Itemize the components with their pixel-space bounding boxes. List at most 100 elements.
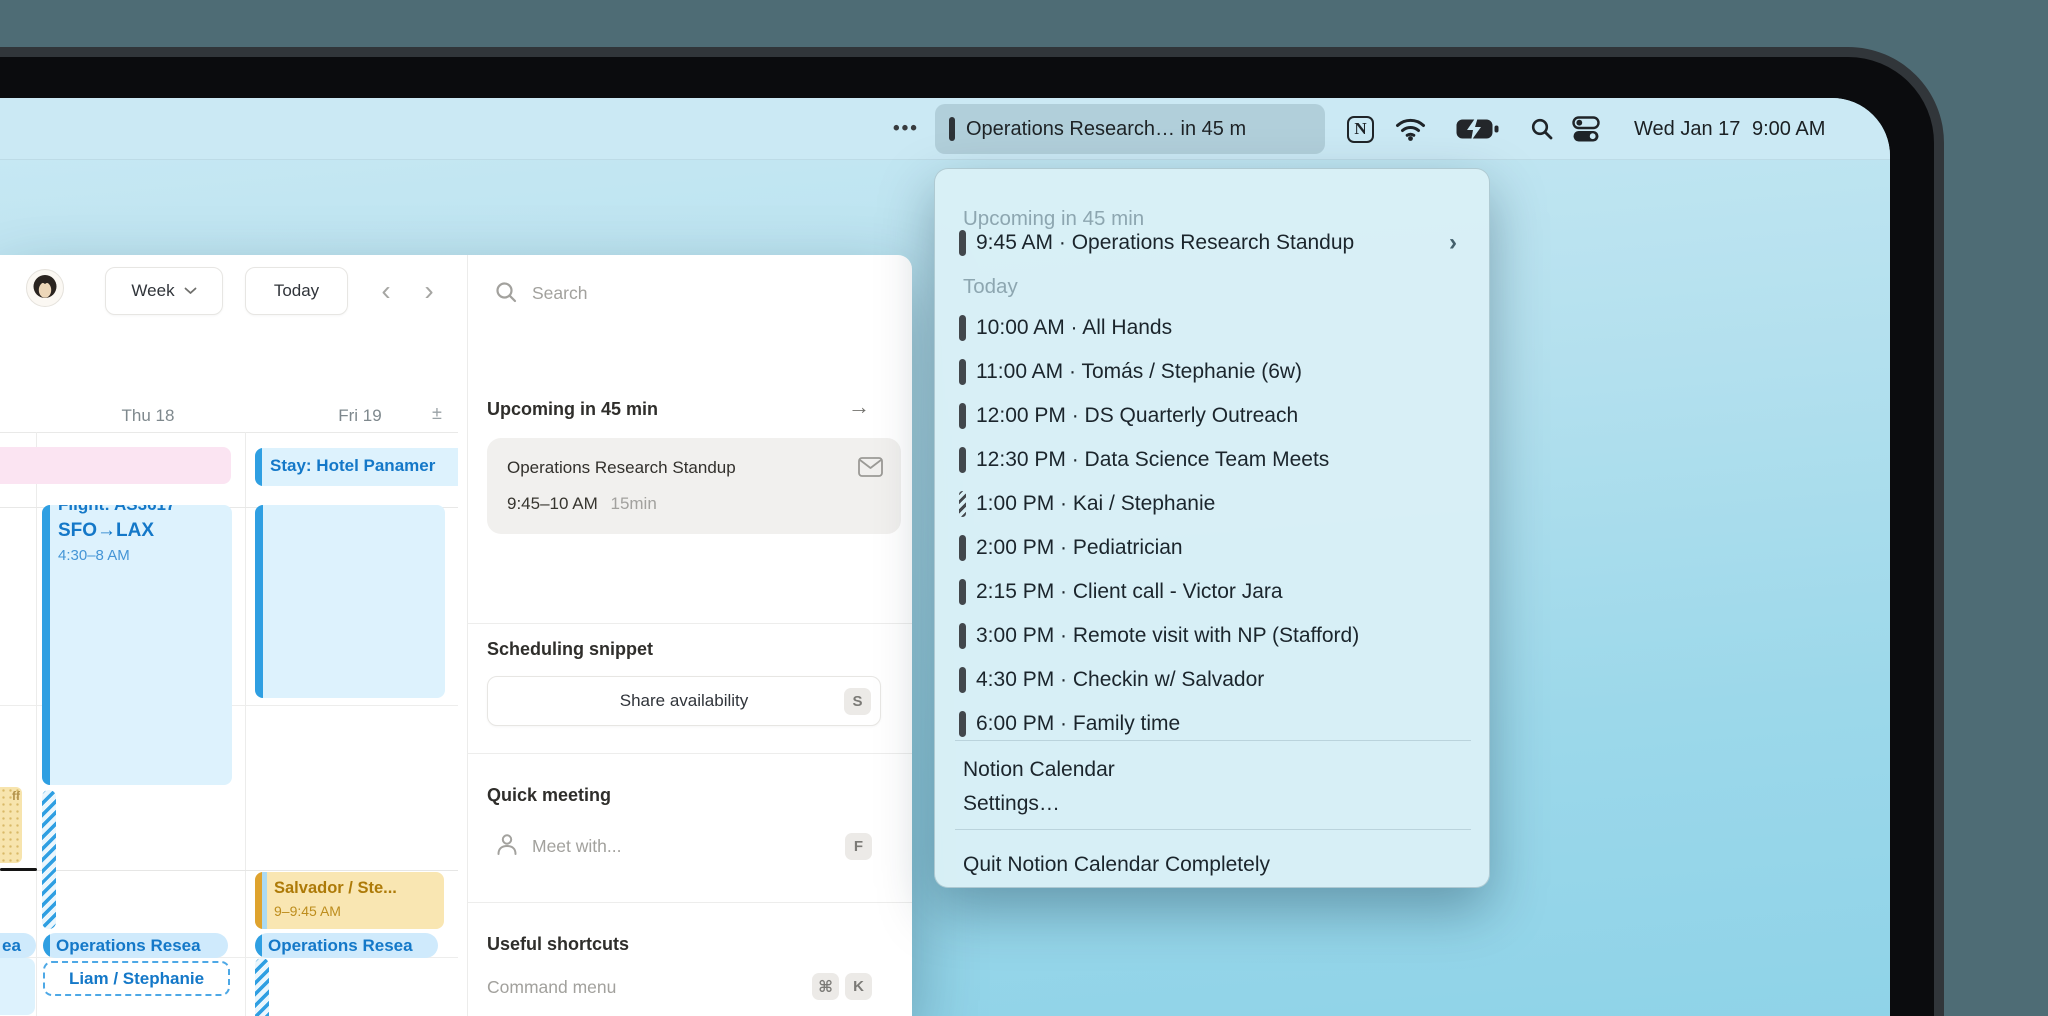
notion-letter: N <box>1354 119 1367 138</box>
dropdown-item-label: 2:15 PM · Client call - Victor Jara <box>976 580 1283 603</box>
notion-calendar-menu-dropdown: Upcoming in 45 min 9:45 AM · Operations … <box>934 168 1490 888</box>
menu-bar-notion-calendar-item[interactable]: Operations Research… in 45 m <box>935 104 1325 154</box>
dropdown-upcoming-header: Upcoming in 45 min <box>963 207 1145 230</box>
event-title: Liam / Stephanie <box>68 968 205 988</box>
menu-divider <box>955 740 1471 741</box>
dropdown-item-label: 11:00 AM · Tomás / Stephanie (6w) <box>976 360 1303 383</box>
current-time-indicator <box>0 868 37 871</box>
duration: 15min <box>610 494 657 513</box>
event-friday-morning[interactable] <box>255 505 445 698</box>
spotlight-search-icon[interactable] <box>1530 98 1554 160</box>
time-label: 9:00 AM <box>1752 117 1826 140</box>
menu-bar-clock[interactable]: 9:00 AM <box>1752 98 1825 160</box>
menu-item-quit[interactable]: Quit Notion Calendar Completely <box>963 853 1270 877</box>
event-color-bar <box>42 505 50 785</box>
dropdown-item-label: 3:00 PM · Remote visit with NP (Stafford… <box>976 624 1360 647</box>
section-divider <box>468 753 912 754</box>
calendar-grid: Thu 18 Fri 19 ± Stay: Hotel Panamer SFO→… <box>0 255 458 1016</box>
card-event-time: 9:45–10 AM 15min <box>507 494 657 514</box>
event-color-bar-secondary <box>262 872 267 929</box>
meet-with-input[interactable]: Meet with... <box>532 836 621 857</box>
control-center-icon[interactable] <box>1572 98 1600 160</box>
command-menu-label[interactable]: Command menu <box>487 977 616 998</box>
event-title-tail: ff <box>12 789 20 803</box>
dropdown-upcoming-event[interactable]: 9:45 AM · Operations Research Standup <box>959 230 1354 256</box>
dropdown-item-label: 12:00 PM · DS Quarterly Outreach <box>976 404 1299 427</box>
day-density-icon[interactable]: ± <box>432 403 442 424</box>
event-pill-ops-thu[interactable]: Operations Resea <box>43 933 228 958</box>
dropdown-event-item[interactable]: 2:15 PM · Client call - Victor Jara <box>959 579 1283 605</box>
macos-menu-bar: ••• Operations Research… in 45 m N Wed J… <box>0 98 1890 160</box>
dropdown-item-label: 2:00 PM · Pediatrician <box>976 536 1183 559</box>
event-color-bar <box>255 448 262 486</box>
dropdown-event-item[interactable]: 10:00 AM · All Hands <box>959 315 1172 341</box>
share-availability-label: Share availability <box>619 691 749 710</box>
event-pill-wed-clipped[interactable]: ea <box>0 933 36 958</box>
share-availability-button[interactable]: Share availability S <box>487 676 881 726</box>
open-upcoming-arrow-icon[interactable]: → <box>848 394 870 420</box>
event-title: Flight: AS3617 <box>58 505 175 517</box>
dropdown-event-item[interactable]: 2:00 PM · Pediatrician <box>959 535 1183 561</box>
menu-bar-overflow-icon[interactable]: ••• <box>893 98 919 160</box>
shortcut-key-s: S <box>844 688 871 715</box>
event-color-bar <box>959 535 966 561</box>
chevron-right-icon: › <box>1449 229 1457 256</box>
dropdown-event-item[interactable]: 3:00 PM · Remote visit with NP (Stafford… <box>959 623 1359 649</box>
search-input[interactable]: Search <box>532 283 587 304</box>
event-color-bar <box>255 505 263 698</box>
dropdown-event-item[interactable]: 12:30 PM · Data Science Team Meets <box>959 447 1329 473</box>
menu-bar-date[interactable]: Wed Jan 17 <box>1634 98 1740 160</box>
event-time: 9–9:45 AM <box>274 903 341 919</box>
dropdown-event-item[interactable]: 12:00 PM · DS Quarterly Outreach <box>959 403 1298 429</box>
battery-charging-icon[interactable] <box>1456 98 1500 160</box>
header-border <box>0 432 458 433</box>
event-color-bar <box>959 403 966 429</box>
event-color-bar <box>959 711 966 737</box>
event-color-bar <box>255 872 262 929</box>
event-liam-pending[interactable]: Liam / Stephanie <box>43 961 230 996</box>
wifi-icon[interactable] <box>1394 98 1427 160</box>
menu-bar-upcoming-label: Operations Research… in 45 m <box>966 117 1247 140</box>
shortcuts-section-title: Useful shortcuts <box>487 934 630 954</box>
dropdown-event-item[interactable]: 1:00 PM · Kai / Stephanie <box>959 491 1215 517</box>
email-icon[interactable] <box>858 457 883 482</box>
event-color-bar-striped <box>959 491 966 517</box>
date-label: Wed Jan 17 <box>1634 117 1741 140</box>
event-yellow-clipped[interactable]: ff <box>0 787 22 863</box>
event-color-bar <box>959 667 966 693</box>
dropdown-item-label: 10:00 AM · All Hands <box>976 316 1173 339</box>
event-color-bar <box>959 579 966 605</box>
dropdown-event-item[interactable]: 6:00 PM · Family time <box>959 711 1180 737</box>
event-title: Stay: Hotel Panamer <box>270 456 436 475</box>
day-header-fri[interactable]: Fri 19 <box>270 406 450 426</box>
dropdown-event-item[interactable]: 11:00 AM · Tomás / Stephanie (6w) <box>959 359 1302 385</box>
event-flight[interactable]: Flight: AS3617 SFO→LAX 4:30–8 AM <box>42 505 232 785</box>
menu-item-settings[interactable]: Settings… <box>963 792 1060 816</box>
event-color-bar <box>959 359 966 385</box>
card-event-title: Operations Research Standup <box>507 458 736 477</box>
event-salvador[interactable]: Salvador / Ste... 9–9:45 AM <box>255 872 444 929</box>
event-title-tail: ea <box>2 935 21 955</box>
dropdown-item-label: 6:00 PM · Family time <box>976 712 1181 735</box>
menu-item-notion-calendar[interactable]: Notion Calendar <box>963 758 1115 782</box>
gridline <box>36 432 37 1016</box>
event-color-bar <box>959 623 966 649</box>
event-color-cap <box>43 933 50 958</box>
notion-app-icon[interactable]: N <box>1347 98 1374 160</box>
event-color-bar <box>959 447 966 473</box>
dropdown-event-item[interactable]: 4:30 PM · Checkin w/ Salvador <box>959 667 1264 693</box>
day-header-thu[interactable]: Thu 18 <box>58 406 238 426</box>
event-title: Salvador / Ste... <box>274 879 397 897</box>
event-strip-thu[interactable] <box>42 790 56 929</box>
section-divider <box>468 623 912 624</box>
notion-calendar-window: Week Today ‹ › Thu 18 Fri 19 ± Stay: Hot… <box>0 255 912 1016</box>
scheduling-section-title: Scheduling snippet <box>487 639 654 659</box>
dropdown-today-header: Today <box>963 275 1018 298</box>
upcoming-event-card[interactable]: Operations Research Standup 9:45–10 AM 1… <box>487 438 901 534</box>
event-blue-clipped[interactable] <box>0 958 35 1015</box>
event-pill-ops-fri[interactable]: Operations Resea <box>255 933 438 958</box>
event-allday-pink[interactable] <box>0 447 231 484</box>
upcoming-section-title: Upcoming in 45 min <box>487 399 659 419</box>
event-stay-hotel[interactable]: Stay: Hotel Panamer <box>255 448 458 486</box>
event-strip-fri[interactable] <box>255 958 269 1016</box>
